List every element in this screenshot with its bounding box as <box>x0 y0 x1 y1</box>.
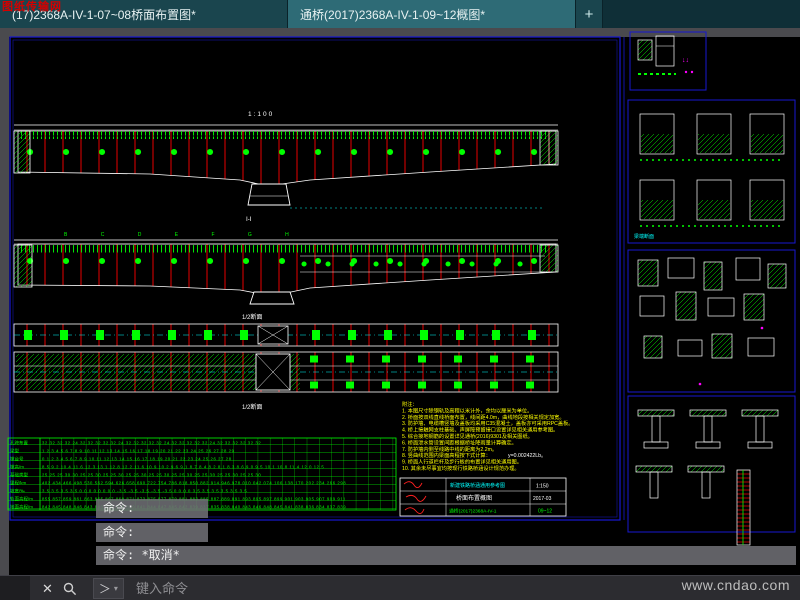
table-row-label: 地面高程/m <box>10 504 33 511</box>
view1-section-label: Ⅰ-Ⅰ <box>246 217 252 223</box>
file-tab-bar: (17)2368A-IV-1-07~08桥面布置图* 通桥(2017)2368A… <box>0 0 800 28</box>
table-row-label: 墩台号 <box>10 456 24 463</box>
detail-panel-2 <box>627 249 796 393</box>
table-row: 25 25 25 30 30 25 25 30 25 25 30 25 25 3… <box>42 473 261 478</box>
command-history-line-2: 命令: <box>96 523 208 542</box>
title-block: 新建铁路桥涵通用参考图 桥面布置概图 通桥(2017)2368A-IV-1 1:… <box>399 477 567 517</box>
table-row-label: 轨面高程/m <box>10 496 33 503</box>
signature-marks <box>403 481 427 514</box>
note-line: 10. 其余未尽事宜均按现行铁路桥涵设计规范办理。 <box>402 464 520 472</box>
view1-elevation: 1:100 Ⅰ-Ⅰ <box>13 111 559 223</box>
title-date: 2017-03 <box>533 496 552 502</box>
table-row: 8.5 9.2 10.4 11.6 12.3 13.1 12.8 12.2 11… <box>42 465 324 470</box>
view2-section-label: 1/2断面 <box>242 313 262 321</box>
title-scale: 1:150 <box>536 484 549 490</box>
search-icon[interactable] <box>63 582 77 596</box>
command-prompt-dropdown[interactable]: ＞ ▾ <box>92 578 124 599</box>
title-number: 通桥(2017)2368A-IV-1 <box>449 508 497 515</box>
corner-watermark-text: 图纸传输网 <box>2 1 62 13</box>
note-line: 5. 综合接地钢筋的设置详见通桥(2016)9301及相关图纸。 <box>402 432 533 440</box>
view3-section-label: 1/2断面 <box>242 403 262 411</box>
note-line: 8. 竖曲线范围内梁面高程按下式计算： <box>402 451 491 459</box>
view1-scale-label: 1:100 <box>248 111 274 118</box>
panel1-caption: 梁端断面 <box>634 233 654 240</box>
title-name: 桥面布置概图 <box>456 494 492 502</box>
table-row-label: 孔跨布置 <box>10 440 28 447</box>
table-row: 1 2 3 4 5 6 7 8 9 10 11 12 13 14 15 16 1… <box>42 449 235 454</box>
tab-drawing-2[interactable]: 通桥(2017)2368A-IV-1-09~12概图* <box>288 0 576 28</box>
tab-drawing-2-label: 通桥(2017)2368A-IV-1-09~12概图* <box>300 7 486 22</box>
view2-elevation: B C D E F G H 1/2断面 <box>13 232 559 321</box>
table-row-label: 里程/km <box>10 480 27 487</box>
table-row: 0 1 2 3 4 5 6 7 8 9 10 11 12 13 14 15 16… <box>42 457 232 462</box>
drawing-canvas[interactable]: 1:100 Ⅰ-Ⅰ B C D E F G H 1/2断面 1/2断面 附注： … <box>0 28 800 575</box>
table-row-label: 基础类型 <box>10 472 28 479</box>
title-project: 新建铁路桥涵通用参考图 <box>450 482 505 489</box>
magenta-marks: ↓↓ <box>682 57 689 64</box>
note-line: 2. 桥面按双线直线桥面布置，线间距4.0m，曲线地段按相关规定加宽。 <box>402 413 565 421</box>
view3-plan: 1/2断面 <box>13 323 559 411</box>
detail-panel-0: ↓↓ <box>629 31 707 91</box>
detail-panel-1: 梁端断面 <box>627 99 796 244</box>
table-row: 402 434 466 498 530 562 594 626 658 690 … <box>42 481 346 486</box>
note-line: 6. 桥面泄水管设置间距根据桥址降雨量计算确定。 <box>402 438 517 446</box>
command-history-line-1: 命令: <box>96 499 208 518</box>
title-sheet: 09~12 <box>538 509 552 515</box>
command-input[interactable] <box>133 580 478 597</box>
note-line: 7. 防护墙内侧至线路中线的距离为2.2m。 <box>402 445 497 453</box>
note-line: 9. 桥面人行道栏杆及步行板的布置详见相关通用图。 <box>402 458 522 466</box>
pier-column-detail <box>736 469 751 546</box>
table-row-label: 梁型 <box>10 448 19 455</box>
chevron-down-icon: ▾ <box>113 584 118 593</box>
note-line: 3. 防护墙、电缆槽竖墙及盖板均采用C35混凝土，盖板亦可采用RPC盖板。 <box>402 419 574 427</box>
notes-block: 附注： 1. 本图尺寸除钢轨及高程以米计外，余均以厘米为单位。 2. 桥面按双线… <box>402 400 574 472</box>
close-icon[interactable]: ✕ <box>42 581 53 597</box>
command-bar: ✕ ＞ ▾ <box>0 575 800 600</box>
new-tab-button[interactable]: + <box>576 0 603 28</box>
axis-letters: B C D E F G H <box>64 232 305 238</box>
note-formula: y=0.002422Lb。 <box>508 453 546 459</box>
command-history-line-3: 命令: *取消* <box>96 546 796 565</box>
site-watermark-text: www.cndao.com <box>681 577 790 593</box>
note-line: 4. 桥上接触网支柱基础、声屏障预留接口设置详见相关通用参考图。 <box>402 426 558 434</box>
note-line: 附注： <box>402 400 418 408</box>
command-bar-corner <box>0 576 30 600</box>
prompt-chevron: ＞ <box>98 582 111 596</box>
table-row: 32 32 32 32 24 32 32 32 32 32 24 32 32 3… <box>42 441 261 446</box>
table-row: 3.5 3.5 3.5 3.5 0 0 0 0 0 0 0 0 -3.5 -3.… <box>42 489 247 494</box>
table-row-label: 坡度/‰ <box>10 488 25 495</box>
detail-panel-3 <box>627 395 796 546</box>
note-line: 1. 本图尺寸除钢轨及高程以米计外，余均以厘米为单位。 <box>402 406 532 414</box>
autocad-window: (17)2368A-IV-1-07~08桥面布置图* 通桥(2017)2368A… <box>0 0 800 600</box>
table-row-label: 墩高/m <box>10 464 24 471</box>
